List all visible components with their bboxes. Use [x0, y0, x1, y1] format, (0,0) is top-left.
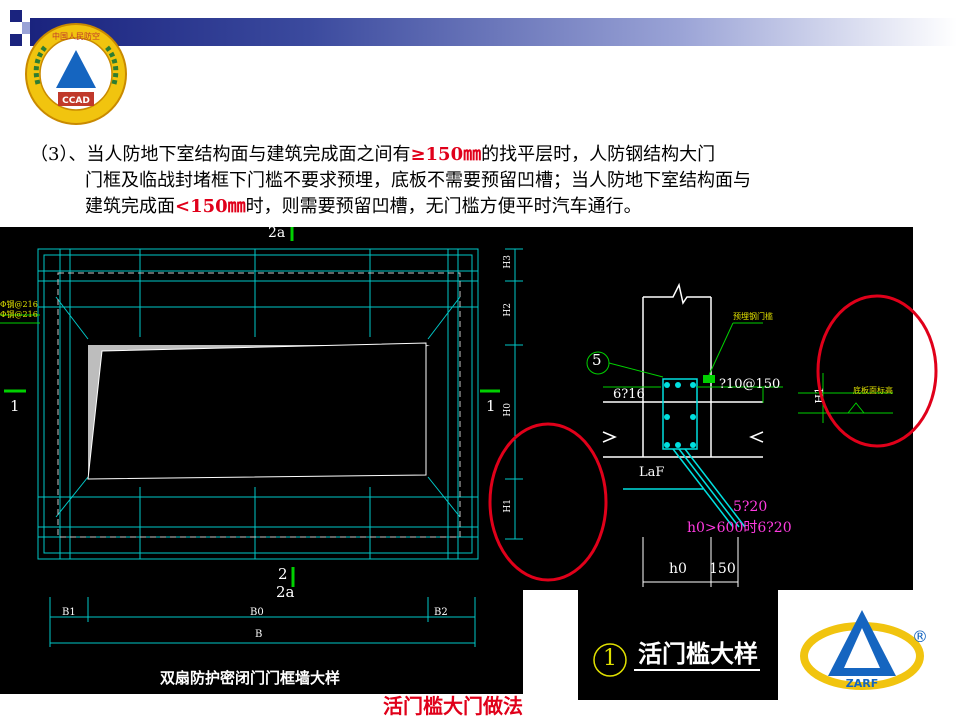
zarf-logo-icon: ZARF ®	[800, 610, 928, 690]
door-frame-wall-drawing: 2a 1 1 2 2a Φ钢@216 Φ钢@216 H3 H2 H0 H1 B1…	[0, 227, 523, 694]
dim-h3: H3	[503, 255, 513, 269]
dim-h0-bottom: h0	[669, 561, 687, 577]
para-line-2: 门框及临战封堵框下门槛不要求预埋，底板不需要预留凹槽；当人防地下室结构面与	[85, 170, 751, 191]
svg-text:CCAD: CCAD	[62, 96, 90, 106]
description-paragraph: （3）、当人防地下室结构面与建筑完成面之间有≥150㎜的找平层时，人防钢结构大门…	[30, 142, 910, 220]
svg-text:ZARF: ZARF	[846, 677, 878, 690]
rebar-label-bottom-2: h0>600时6?20	[687, 520, 792, 536]
label-2a-bottom: 2a	[276, 583, 295, 601]
dim-h2: H2	[503, 303, 513, 317]
rebar-label-right: ?10@150	[719, 377, 781, 392]
threshold-detail-title: 活门槛大样	[638, 639, 758, 668]
threshold-title-band: 1 活门槛大样	[578, 590, 778, 700]
header-square-1	[10, 10, 22, 22]
header-bar	[30, 18, 957, 46]
anchor-label-laf: LaF	[639, 465, 665, 480]
label-2a-top: 2a	[268, 227, 286, 241]
title-number-1: 1	[603, 646, 617, 671]
section-label-left: 1	[10, 397, 20, 415]
dim-150-bottom: 150	[709, 561, 736, 577]
callout-number-5: 5	[592, 351, 602, 369]
rebar-label-bottom-1: 5?20	[733, 499, 768, 515]
section-label-right: 1	[486, 397, 496, 415]
slide-caption: 活门槛大门做法	[383, 694, 523, 718]
para-line-1: （3）、当人防地下室结构面与建筑完成面之间有≥150㎜的找平层时，人防钢结构大门	[30, 144, 716, 165]
dim-b1: B1	[62, 607, 76, 618]
rebar-note-left-2: Φ钢@216	[0, 310, 38, 319]
header-square-3	[10, 34, 22, 46]
para-line-3: 建筑完成面<150㎜时，则需要预留凹槽，无门槛方便平时汽车通行。	[85, 196, 642, 217]
ccad-badge-icon: CCAD 中国人民防空	[25, 23, 127, 125]
dim-b2: B2	[434, 607, 448, 618]
svg-text:®: ®	[912, 627, 928, 646]
label-2-bottom: 2	[278, 565, 288, 583]
dim-b0: B0	[250, 607, 264, 618]
highlight-ellipse-left	[488, 422, 608, 582]
rebar-label-left: 6?16	[613, 387, 645, 402]
dim-b: B	[255, 629, 263, 640]
left-drawing-title: 双扇防护密闭门门框墙大样	[160, 669, 341, 687]
highlight-ellipse-right	[816, 294, 938, 448]
svg-text:中国人民防空: 中国人民防空	[52, 31, 100, 41]
note-embedded-threshold: 预埋钢门槛	[733, 312, 773, 321]
dim-h0: H0	[503, 403, 513, 417]
